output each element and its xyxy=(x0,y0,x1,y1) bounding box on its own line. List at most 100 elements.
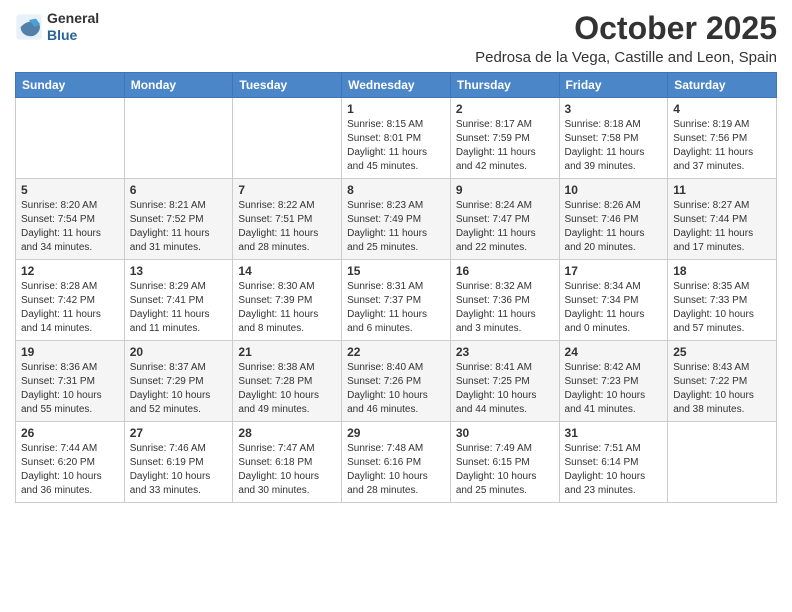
day-info: Sunrise: 7:44 AM Sunset: 6:20 PM Dayligh… xyxy=(21,442,119,498)
day-info: Sunrise: 8:35 AM Sunset: 7:33 PM Dayligh… xyxy=(673,280,771,336)
calendar-cell: 13Sunrise: 8:29 AM Sunset: 7:41 PM Dayli… xyxy=(124,260,233,341)
day-info: Sunrise: 8:19 AM Sunset: 7:56 PM Dayligh… xyxy=(673,118,771,174)
calendar-cell: 17 Sunrise: 8:34 AM Sunset: 7:34 PM Dayli… xyxy=(559,260,668,341)
day-number: 22 xyxy=(347,345,445,359)
calendar-cell: 16 Sunrise: 8:32 AM Sunset: 7:36 PM Dayli… xyxy=(450,260,559,341)
logo-blue: Blue xyxy=(47,27,99,44)
calendar-cell: 28 Sunrise: 7:47 AM Sunset: 6:18 PM Dayli… xyxy=(233,422,342,503)
day-number: 31 xyxy=(565,426,663,440)
day-number: 14 xyxy=(238,264,336,278)
calendar-cell: 15 Sunrise: 8:31 AM Sunset: 7:37 PM Dayli… xyxy=(342,260,451,341)
day-number: 8 xyxy=(347,183,445,197)
calendar-cell: 14 Sunrise: 8:30 AM Sunset: 7:39 PM Dayli… xyxy=(233,260,342,341)
day-info: Sunrise: 8:38 AM Sunset: 7:28 PM Dayligh… xyxy=(238,361,336,417)
day-info: Sunrise: 8:41 AM Sunset: 7:25 PM Dayligh… xyxy=(456,361,554,417)
month-title: October 2025 xyxy=(475,10,777,47)
calendar-cell: 6 Sunrise: 8:21 AM Sunset: 7:52 PM Daylig… xyxy=(124,179,233,260)
logo-general: General xyxy=(47,10,99,27)
day-number: 4 xyxy=(673,102,771,116)
day-info: Sunrise: 8:22 AM Sunset: 7:51 PM Dayligh… xyxy=(238,199,336,255)
day-number: 12 xyxy=(21,264,119,278)
day-number: 9 xyxy=(456,183,554,197)
day-info: Sunrise: 8:34 AM Sunset: 7:34 PM Dayligh… xyxy=(565,280,663,336)
day-header-sunday: Sunday xyxy=(16,73,125,98)
day-info: Sunrise: 8:37 AM Sunset: 7:29 PM Dayligh… xyxy=(130,361,228,417)
day-number: 7 xyxy=(238,183,336,197)
calendar-week-row: 1Sunrise: 8:15 AM Sunset: 8:01 PM Daylig… xyxy=(16,98,777,179)
day-info: Sunrise: 8:42 AM Sunset: 7:23 PM Dayligh… xyxy=(565,361,663,417)
day-info: Sunrise: 7:51 AM Sunset: 6:14 PM Dayligh… xyxy=(565,442,663,498)
calendar-cell: 1Sunrise: 8:15 AM Sunset: 8:01 PM Daylig… xyxy=(342,98,451,179)
calendar-cell: 23 Sunrise: 8:41 AM Sunset: 7:25 PM Dayli… xyxy=(450,341,559,422)
day-number: 18 xyxy=(673,264,771,278)
calendar-week-row: 19 Sunrise: 8:36 AM Sunset: 7:31 PM Dayli… xyxy=(16,341,777,422)
day-info: Sunrise: 8:30 AM Sunset: 7:39 PM Dayligh… xyxy=(238,280,336,336)
day-info: Sunrise: 8:20 AM Sunset: 7:54 PM Dayligh… xyxy=(21,199,119,255)
day-number: 17 xyxy=(565,264,663,278)
calendar-week-row: 12 Sunrise: 8:28 AM Sunset: 7:42 PM Dayli… xyxy=(16,260,777,341)
day-number: 27 xyxy=(130,426,228,440)
day-number: 6 xyxy=(130,183,228,197)
day-number: 19 xyxy=(21,345,119,359)
title-section: October 2025 Pedrosa de la Vega, Castill… xyxy=(475,10,777,66)
calendar-cell: 19 Sunrise: 8:36 AM Sunset: 7:31 PM Dayli… xyxy=(16,341,125,422)
day-info: Sunrise: 7:47 AM Sunset: 6:18 PM Dayligh… xyxy=(238,442,336,498)
calendar-cell: 12 Sunrise: 8:28 AM Sunset: 7:42 PM Dayli… xyxy=(16,260,125,341)
day-header-friday: Friday xyxy=(559,73,668,98)
day-number: 11 xyxy=(673,183,771,197)
day-number: 28 xyxy=(238,426,336,440)
calendar-cell: 21Sunrise: 8:38 AM Sunset: 7:28 PM Dayli… xyxy=(233,341,342,422)
calendar-cell xyxy=(16,98,125,179)
day-number: 24 xyxy=(565,345,663,359)
calendar: SundayMondayTuesdayWednesdayThursdayFrid… xyxy=(15,72,777,503)
day-number: 3 xyxy=(565,102,663,116)
calendar-cell: 20 Sunrise: 8:37 AM Sunset: 7:29 PM Dayli… xyxy=(124,341,233,422)
calendar-cell: 11 Sunrise: 8:27 AM Sunset: 7:44 PM Dayli… xyxy=(668,179,777,260)
day-info: Sunrise: 8:27 AM Sunset: 7:44 PM Dayligh… xyxy=(673,199,771,255)
calendar-cell xyxy=(124,98,233,179)
calendar-cell xyxy=(233,98,342,179)
calendar-cell: 29Sunrise: 7:48 AM Sunset: 6:16 PM Dayli… xyxy=(342,422,451,503)
day-info: Sunrise: 7:49 AM Sunset: 6:15 PM Dayligh… xyxy=(456,442,554,498)
day-info: Sunrise: 8:18 AM Sunset: 7:58 PM Dayligh… xyxy=(565,118,663,174)
day-info: Sunrise: 8:23 AM Sunset: 7:49 PM Dayligh… xyxy=(347,199,445,255)
logo-icon xyxy=(15,13,43,41)
day-number: 20 xyxy=(130,345,228,359)
calendar-week-row: 5 Sunrise: 8:20 AM Sunset: 7:54 PM Daylig… xyxy=(16,179,777,260)
day-number: 16 xyxy=(456,264,554,278)
calendar-cell xyxy=(668,422,777,503)
calendar-cell: 18 Sunrise: 8:35 AM Sunset: 7:33 PM Dayli… xyxy=(668,260,777,341)
day-info: Sunrise: 8:31 AM Sunset: 7:37 PM Dayligh… xyxy=(347,280,445,336)
day-info: Sunrise: 8:24 AM Sunset: 7:47 PM Dayligh… xyxy=(456,199,554,255)
day-number: 26 xyxy=(21,426,119,440)
calendar-cell: 26 Sunrise: 7:44 AM Sunset: 6:20 PM Dayli… xyxy=(16,422,125,503)
day-number: 1 xyxy=(347,102,445,116)
day-info: Sunrise: 8:40 AM Sunset: 7:26 PM Dayligh… xyxy=(347,361,445,417)
day-header-monday: Monday xyxy=(124,73,233,98)
day-header-thursday: Thursday xyxy=(450,73,559,98)
day-number: 13 xyxy=(130,264,228,278)
calendar-cell: 7 Sunrise: 8:22 AM Sunset: 7:51 PM Daylig… xyxy=(233,179,342,260)
day-info: Sunrise: 7:46 AM Sunset: 6:19 PM Dayligh… xyxy=(130,442,228,498)
day-number: 23 xyxy=(456,345,554,359)
day-info: Sunrise: 8:21 AM Sunset: 7:52 PM Dayligh… xyxy=(130,199,228,255)
day-number: 5 xyxy=(21,183,119,197)
calendar-week-row: 26 Sunrise: 7:44 AM Sunset: 6:20 PM Dayli… xyxy=(16,422,777,503)
logo-text: General Blue xyxy=(47,10,99,44)
day-header-wednesday: Wednesday xyxy=(342,73,451,98)
calendar-cell: 24 Sunrise: 8:42 AM Sunset: 7:23 PM Dayli… xyxy=(559,341,668,422)
day-info: Sunrise: 8:36 AM Sunset: 7:31 PM Dayligh… xyxy=(21,361,119,417)
calendar-cell: 9 Sunrise: 8:24 AM Sunset: 7:47 PM Daylig… xyxy=(450,179,559,260)
calendar-cell: 2Sunrise: 8:17 AM Sunset: 7:59 PM Daylig… xyxy=(450,98,559,179)
header: General Blue October 2025 Pedrosa de la … xyxy=(15,10,777,66)
day-number: 15 xyxy=(347,264,445,278)
calendar-cell: 22 Sunrise: 8:40 AM Sunset: 7:26 PM Dayli… xyxy=(342,341,451,422)
day-header-saturday: Saturday xyxy=(668,73,777,98)
calendar-cell: 4 Sunrise: 8:19 AM Sunset: 7:56 PM Daylig… xyxy=(668,98,777,179)
day-header-tuesday: Tuesday xyxy=(233,73,342,98)
logo: General Blue xyxy=(15,10,99,44)
day-info: Sunrise: 8:28 AM Sunset: 7:42 PM Dayligh… xyxy=(21,280,119,336)
day-number: 10 xyxy=(565,183,663,197)
day-info: Sunrise: 8:32 AM Sunset: 7:36 PM Dayligh… xyxy=(456,280,554,336)
day-info: Sunrise: 7:48 AM Sunset: 6:16 PM Dayligh… xyxy=(347,442,445,498)
